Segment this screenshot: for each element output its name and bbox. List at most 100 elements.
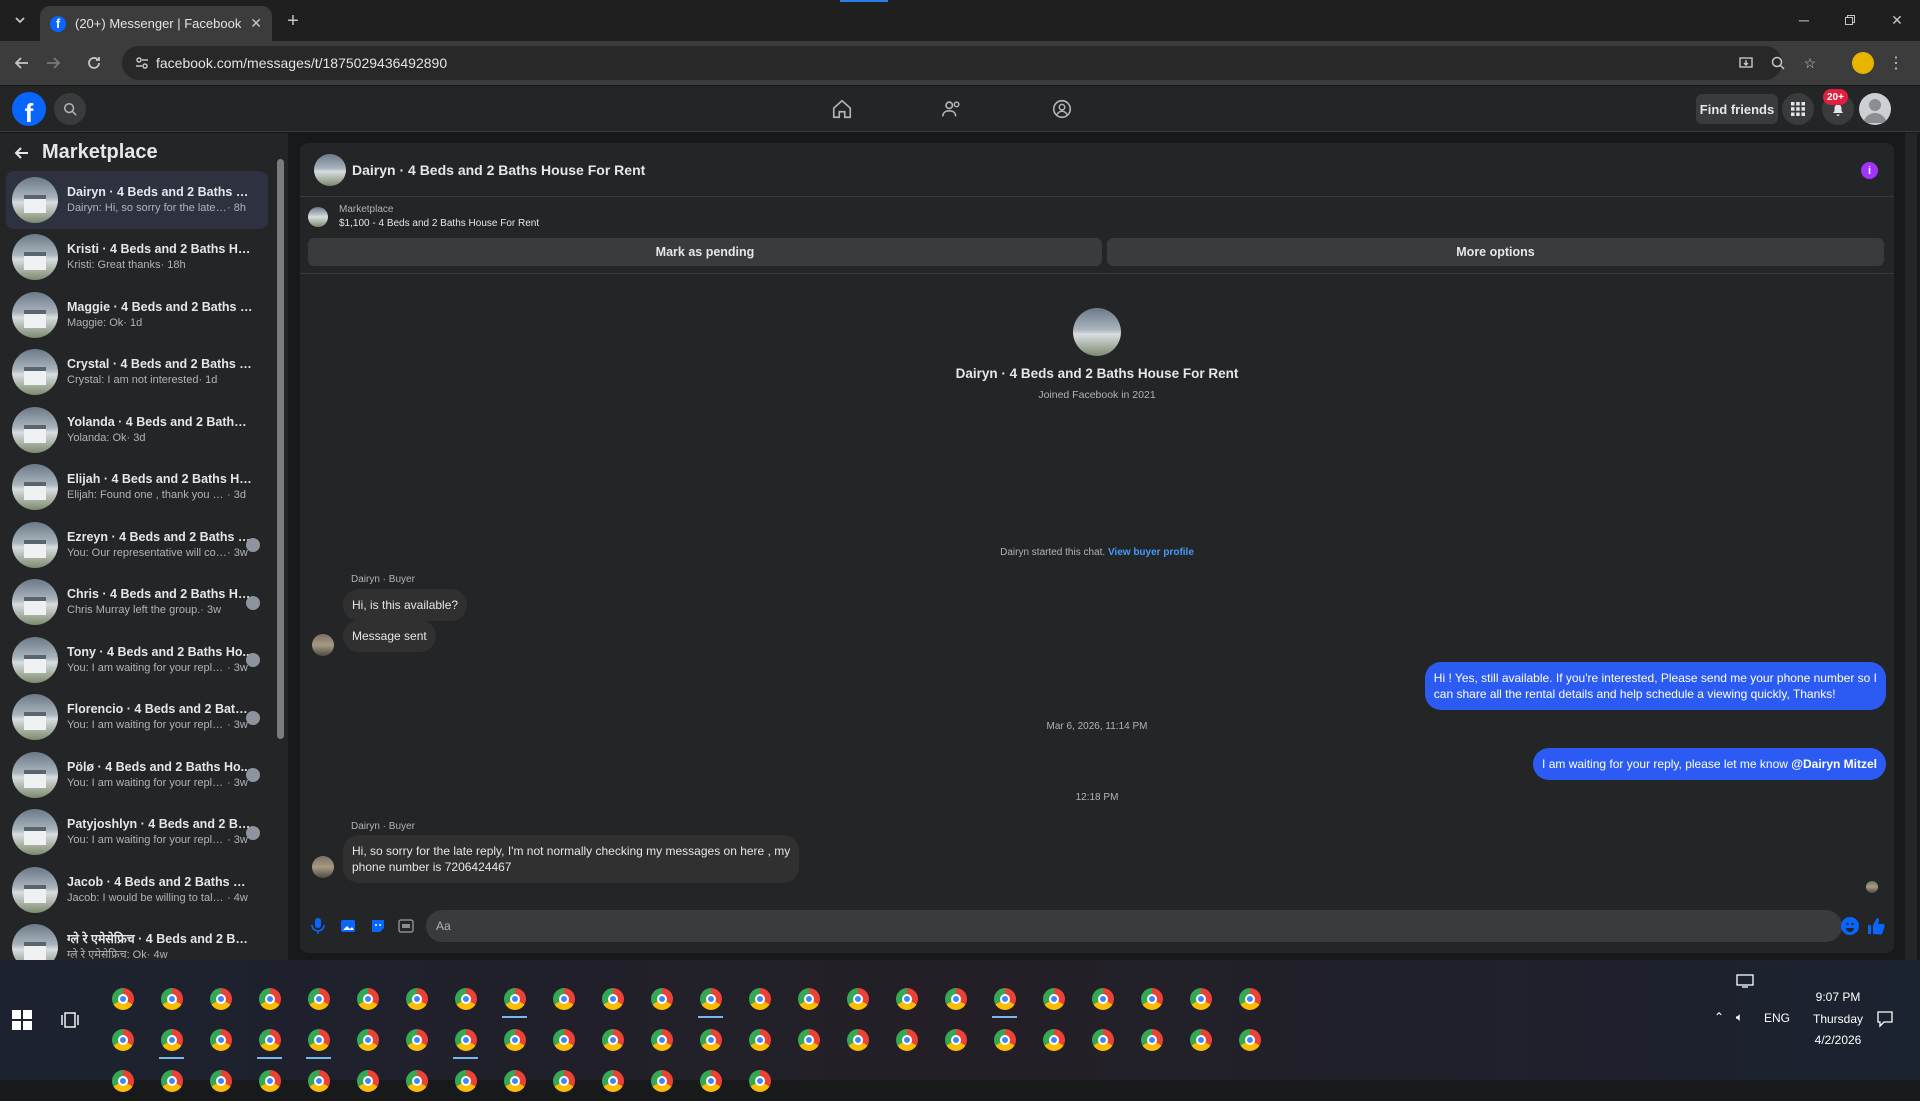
groups-icon[interactable]: [1049, 96, 1075, 122]
facebook-logo-icon[interactable]: f: [12, 92, 46, 126]
taskbar-chrome-icon[interactable]: [784, 1020, 833, 1060]
taskbar-chrome-icon[interactable]: [490, 1020, 539, 1060]
taskbar-chrome-icon[interactable]: [539, 1020, 588, 1060]
conversation-item[interactable]: Pölø · 4 Beds and 2 Baths Ho... You: I am…: [6, 746, 268, 804]
clock-date[interactable]: 4/2/2026: [1804, 1033, 1872, 1047]
notification-center-icon[interactable]: [1876, 1010, 1894, 1028]
taskbar-chrome-icon[interactable]: [980, 979, 1029, 1019]
conversation-item[interactable]: Elijah · 4 Beds and 2 Baths Hous... Elija…: [6, 459, 268, 517]
conversation-item[interactable]: Patyjoshlyn · 4 Beds and 2 Ba... You: I a…: [6, 804, 268, 862]
chat-title[interactable]: Dairyn · 4 Beds and 2 Baths House For Re…: [352, 162, 645, 178]
taskbar-chrome-icon[interactable]: [98, 1020, 147, 1060]
taskbar-chrome-icon[interactable]: [1078, 1020, 1127, 1060]
tab-search-chevron-icon[interactable]: [8, 8, 32, 32]
taskbar-chrome-icon[interactable]: [294, 1061, 343, 1101]
clock-time[interactable]: 9:07 PM: [1807, 990, 1869, 1004]
minimize-window-icon[interactable]: ─: [1791, 8, 1817, 32]
taskbar-chrome-icon[interactable]: [1029, 1020, 1078, 1060]
taskbar-chrome-icon[interactable]: [1225, 1020, 1274, 1060]
conversation-item[interactable]: Ezreyn · 4 Beds and 2 Baths H... You: Our…: [6, 516, 268, 574]
taskbar-chrome-icon[interactable]: [392, 1020, 441, 1060]
taskbar-chrome-icon[interactable]: [294, 1020, 343, 1060]
taskbar-chrome-icon[interactable]: [980, 1020, 1029, 1060]
sticker-icon[interactable]: [370, 918, 386, 934]
find-friends-button[interactable]: Find friends: [1696, 94, 1778, 124]
like-thumb-icon[interactable]: [1866, 916, 1886, 936]
clock-day[interactable]: Thursday: [1804, 1012, 1872, 1026]
taskbar-chrome-icon[interactable]: [588, 979, 637, 1019]
taskbar-chrome-icon[interactable]: [882, 1020, 931, 1060]
sidebar-scrollbar[interactable]: [276, 143, 285, 948]
taskbar-chrome-icon[interactable]: [196, 1061, 245, 1101]
taskbar-chrome-icon[interactable]: [1225, 979, 1274, 1019]
show-hidden-icons-chevron-icon[interactable]: ⌃: [1714, 1010, 1724, 1024]
taskbar-chrome-icon[interactable]: [588, 1061, 637, 1101]
taskbar-chrome-icon[interactable]: [735, 979, 784, 1019]
taskbar-chrome-icon[interactable]: [490, 1061, 539, 1101]
back-arrow-icon[interactable]: [10, 51, 34, 75]
friends-icon[interactable]: [939, 96, 965, 122]
taskbar-chrome-icon[interactable]: [1127, 979, 1176, 1019]
mention[interactable]: @Dairyn Mitzel: [1791, 757, 1877, 771]
install-app-icon[interactable]: [1736, 53, 1756, 73]
new-tab-button[interactable]: +: [281, 9, 305, 33]
more-options-button[interactable]: More options: [1107, 238, 1884, 266]
taskbar-chrome-icon[interactable]: [441, 1061, 490, 1101]
conversation-item[interactable]: Dairyn · 4 Beds and 2 Baths Ho... Dairyn:…: [6, 171, 268, 229]
forward-arrow-icon[interactable]: [41, 51, 65, 75]
taskbar-chrome-icon[interactable]: [392, 979, 441, 1019]
mark-as-pending-button[interactable]: Mark as pending: [308, 238, 1102, 266]
back-arrow-icon[interactable]: [14, 145, 30, 161]
taskbar-chrome-icon[interactable]: [392, 1061, 441, 1101]
menu-grid-icon[interactable]: [1782, 93, 1814, 125]
taskbar-chrome-icon[interactable]: [784, 979, 833, 1019]
taskbar-chrome-icon[interactable]: [588, 1020, 637, 1060]
taskbar-chrome-icon[interactable]: [637, 979, 686, 1019]
close-tab-icon[interactable]: ✕: [250, 15, 262, 32]
taskbar-chrome-icon[interactable]: [343, 1020, 392, 1060]
taskbar-chrome-icon[interactable]: [1127, 1020, 1176, 1060]
profile-avatar-icon[interactable]: [1852, 52, 1874, 74]
info-icon[interactable]: i: [1861, 162, 1878, 179]
taskbar-chrome-icon[interactable]: [98, 1061, 147, 1101]
taskbar-chrome-icon[interactable]: [1176, 1020, 1225, 1060]
conversation-item[interactable]: Crystal · 4 Beds and 2 Baths Ho... Crysta…: [6, 344, 268, 402]
chat-avatar[interactable]: [314, 154, 346, 186]
task-view-icon[interactable]: [60, 1010, 80, 1030]
address-bar[interactable]: facebook.com/messages/t/1875029436492890…: [122, 46, 1816, 80]
taskbar-chrome-icon[interactable]: [931, 979, 980, 1019]
taskbar-chrome-icon[interactable]: [294, 979, 343, 1019]
incoming-message[interactable]: Hi, is this available?: [343, 589, 468, 621]
windows-start-icon[interactable]: [12, 1010, 36, 1034]
scrollbar-thumb[interactable]: [277, 159, 284, 739]
browser-menu-icon[interactable]: ⋮: [1886, 53, 1906, 73]
message-input[interactable]: Aa: [426, 910, 1842, 942]
taskbar-chrome-icon[interactable]: [441, 979, 490, 1019]
browser-tab-active[interactable]: f (20+) Messenger | Facebook ✕: [40, 6, 272, 41]
language-indicator[interactable]: ENG: [1764, 1011, 1790, 1025]
microphone-icon[interactable]: [310, 918, 326, 934]
taskbar-chrome-icon[interactable]: [343, 1061, 392, 1101]
conversation-item[interactable]: Jacob · 4 Beds and 2 Baths Hou... Jacob: …: [6, 861, 268, 919]
account-avatar[interactable]: [1859, 93, 1891, 125]
sender-avatar[interactable]: [312, 634, 334, 656]
taskbar-chrome-icon[interactable]: [735, 1061, 784, 1101]
taskbar-chrome-icon[interactable]: [245, 1020, 294, 1060]
profile-avatar[interactable]: [1073, 308, 1121, 356]
taskbar-chrome-icon[interactable]: [441, 1020, 490, 1060]
listing-summary[interactable]: Marketplace $1,100 - 4 Beds and 2 Baths …: [308, 203, 708, 231]
taskbar-chrome-icon[interactable]: [343, 979, 392, 1019]
taskbar-chrome-icon[interactable]: [147, 979, 196, 1019]
taskbar-chrome-icon[interactable]: [686, 1020, 735, 1060]
incoming-message[interactable]: Hi, so sorry for the late reply, I'm not…: [343, 835, 800, 883]
taskbar-chrome-icon[interactable]: [147, 1061, 196, 1101]
taskbar-chrome-icon[interactable]: [539, 1061, 588, 1101]
bookmark-star-icon[interactable]: ☆: [1800, 53, 1820, 73]
taskbar-chrome-icon[interactable]: [637, 1061, 686, 1101]
taskbar-chrome-icon[interactable]: [245, 979, 294, 1019]
conversation-item[interactable]: Yolanda · 4 Beds and 2 Baths H... Yolanda…: [6, 401, 268, 459]
search-icon[interactable]: [54, 93, 86, 125]
outgoing-message[interactable]: I am waiting for your reply, please let …: [1533, 748, 1886, 780]
taskbar-chrome-icon[interactable]: [1078, 979, 1127, 1019]
taskbar-chrome-icon[interactable]: [735, 1020, 784, 1060]
